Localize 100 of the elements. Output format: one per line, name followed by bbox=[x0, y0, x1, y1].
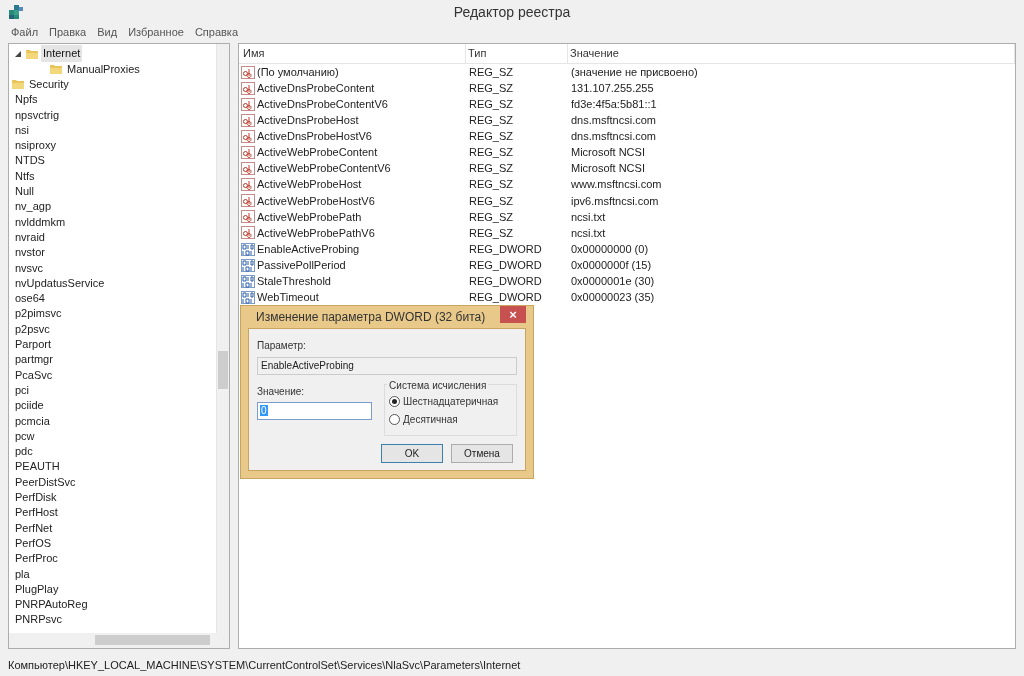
radio-button[interactable] bbox=[389, 414, 401, 425]
tree-item[interactable]: Null bbox=[13, 183, 36, 200]
tree-item[interactable]: PNRPAutoReg bbox=[13, 596, 90, 613]
value-data: Microsoft NCSI bbox=[571, 146, 645, 159]
dialog-title: Изменение параметра DWORD (32 бита) bbox=[256, 309, 487, 326]
tree-item[interactable]: pdc bbox=[13, 443, 35, 460]
tree-item[interactable]: p2pimsvc bbox=[13, 305, 64, 322]
scroll-thumb[interactable] bbox=[95, 635, 210, 645]
value-name[interactable]: ActiveWebProbeContent bbox=[257, 144, 378, 161]
value-data: dns.msftncsi.com bbox=[571, 130, 656, 143]
folder-icon bbox=[11, 77, 25, 92]
tree-item[interactable]: partmgr bbox=[13, 351, 55, 368]
value-name[interactable]: (По умолчанию) bbox=[257, 63, 339, 81]
value-type: REG_SZ bbox=[469, 194, 513, 207]
menu-item[interactable]: Избранное bbox=[123, 24, 189, 41]
value-name[interactable]: ActiveDnsProbeContent bbox=[257, 79, 375, 97]
tree-item[interactable]: PerfNet bbox=[13, 519, 55, 537]
menu-item[interactable]: Вид bbox=[92, 24, 123, 41]
dialog-button[interactable]: Отмена bbox=[451, 444, 513, 463]
horizontal-scrollbar[interactable] bbox=[9, 633, 229, 648]
parameter-label: Параметр: bbox=[257, 339, 307, 353]
binary-value-icon bbox=[241, 290, 255, 304]
value-type: REG_DWORD bbox=[469, 291, 542, 304]
value-type: REG_SZ bbox=[469, 210, 513, 223]
tree-item[interactable]: nvsvc bbox=[13, 259, 46, 277]
value-name[interactable]: ActiveWebProbeHost bbox=[257, 176, 362, 193]
tree-item[interactable]: Parport bbox=[13, 336, 54, 353]
value-data: fd3e:4f5a:5b81::1 bbox=[571, 98, 657, 110]
menu-item[interactable]: Файл bbox=[6, 24, 44, 41]
value-name[interactable]: ActiveDnsProbeHost bbox=[257, 112, 359, 129]
value-type: REG_DWORD bbox=[469, 242, 542, 255]
value-name[interactable]: ActiveWebProbeContentV6 bbox=[257, 160, 391, 177]
tree-item[interactable]: pcmcia bbox=[13, 412, 52, 430]
column-header[interactable]: Тип bbox=[468, 45, 487, 62]
tree-item[interactable]: nvUpdatusService bbox=[13, 274, 107, 292]
radio-label[interactable]: Десятичная bbox=[403, 412, 458, 427]
tree-item[interactable]: pci bbox=[13, 381, 32, 399]
menu-item[interactable]: Справка bbox=[189, 24, 244, 41]
tree-item[interactable]: Npfs bbox=[13, 91, 40, 108]
column-header[interactable]: Имя bbox=[243, 45, 265, 62]
string-value-icon bbox=[241, 226, 255, 240]
column-header[interactable]: Значение bbox=[570, 45, 619, 62]
value-name[interactable]: ActiveWebProbePath bbox=[257, 208, 362, 226]
value-data: 0x0000001e (30) bbox=[571, 275, 655, 287]
value-data: dns.msftncsi.com bbox=[571, 114, 656, 127]
value-type: REG_SZ bbox=[469, 162, 513, 175]
tree-item[interactable]: ose64 bbox=[13, 290, 47, 307]
value-name[interactable]: ActiveWebProbeHostV6 bbox=[257, 192, 375, 210]
tree-item[interactable]: nvlddmkm bbox=[13, 213, 68, 231]
value-name[interactable]: ActiveWebProbePathV6 bbox=[257, 224, 375, 242]
tree-item[interactable]: Security bbox=[27, 76, 71, 93]
value-type: REG_SZ bbox=[469, 98, 513, 110]
tree-item[interactable]: nsiproxy bbox=[13, 137, 58, 154]
value-name[interactable]: WebTimeout bbox=[257, 289, 319, 306]
close-button[interactable]: × bbox=[500, 306, 526, 323]
tree-item[interactable]: PerfDisk bbox=[13, 489, 59, 506]
binary-value-icon bbox=[241, 274, 255, 288]
tree-item[interactable]: PlugPlay bbox=[13, 580, 61, 598]
dialog-button[interactable]: OK bbox=[381, 444, 443, 463]
value-data: ipv6.msftncsi.com bbox=[571, 194, 659, 207]
tree-item[interactable]: PeerDistSvc bbox=[13, 473, 78, 491]
radio-button[interactable] bbox=[389, 396, 401, 407]
tree-item[interactable]: npsvctrig bbox=[13, 106, 62, 124]
tree-item[interactable]: nvstor bbox=[13, 244, 47, 261]
value-name[interactable]: StaleThreshold bbox=[257, 273, 331, 290]
expand-arrow-icon[interactable] bbox=[15, 50, 21, 57]
tree-item[interactable]: nsi bbox=[13, 121, 32, 139]
string-value-icon bbox=[241, 162, 255, 176]
tree-item[interactable]: Ntfs bbox=[13, 167, 37, 185]
tree-item[interactable]: pla bbox=[13, 565, 32, 582]
tree-item[interactable]: pciide bbox=[13, 397, 46, 414]
tree-item[interactable]: PerfOS bbox=[13, 534, 54, 552]
radio-label[interactable]: Шестнадцатеричная bbox=[403, 394, 499, 409]
value-name[interactable]: ActiveDnsProbeHostV6 bbox=[257, 128, 372, 145]
tree-item[interactable]: pcw bbox=[13, 427, 37, 445]
tree-item[interactable]: NTDS bbox=[13, 152, 47, 169]
value-type: REG_SZ bbox=[469, 178, 513, 191]
status-bar-path: Компьютер\HKEY_LOCAL_MACHINE\SYSTEM\CurrentControlSet\Services\NlaSvc\Parameters\Internet bbox=[7, 657, 522, 673]
tree-item[interactable]: nv_agp bbox=[13, 198, 54, 215]
value-type: REG_DWORD bbox=[469, 275, 542, 287]
value-name[interactable]: PassivePollPeriod bbox=[257, 256, 346, 274]
window-title: Редактор реестра bbox=[453, 2, 571, 22]
value-name[interactable]: EnableActiveProbing bbox=[257, 240, 360, 258]
value-data: ncsi.txt bbox=[571, 226, 606, 239]
tree-item[interactable]: p2psvc bbox=[13, 320, 52, 338]
string-value-icon bbox=[241, 146, 255, 159]
scroll-thumb[interactable] bbox=[218, 351, 228, 389]
tree-item[interactable]: PerfProc bbox=[13, 550, 60, 567]
tree-item[interactable]: PcaSvc bbox=[13, 366, 55, 384]
vertical-scrollbar[interactable] bbox=[216, 44, 229, 634]
tree-item[interactable]: PNRPsvc bbox=[13, 611, 65, 628]
tree-item[interactable]: PerfHost bbox=[13, 504, 60, 521]
tree-item[interactable]: nvraid bbox=[13, 228, 47, 246]
string-value-icon bbox=[241, 178, 255, 192]
tree-item[interactable]: Internet bbox=[41, 45, 83, 62]
menu-item[interactable]: Правка bbox=[44, 24, 92, 41]
tree-item[interactable]: PEAUTH bbox=[13, 458, 62, 475]
tree-item[interactable]: ManualProxies bbox=[65, 60, 142, 78]
value-data: 0x00000023 (35) bbox=[571, 291, 655, 304]
value-name[interactable]: ActiveDnsProbeContentV6 bbox=[257, 96, 388, 113]
